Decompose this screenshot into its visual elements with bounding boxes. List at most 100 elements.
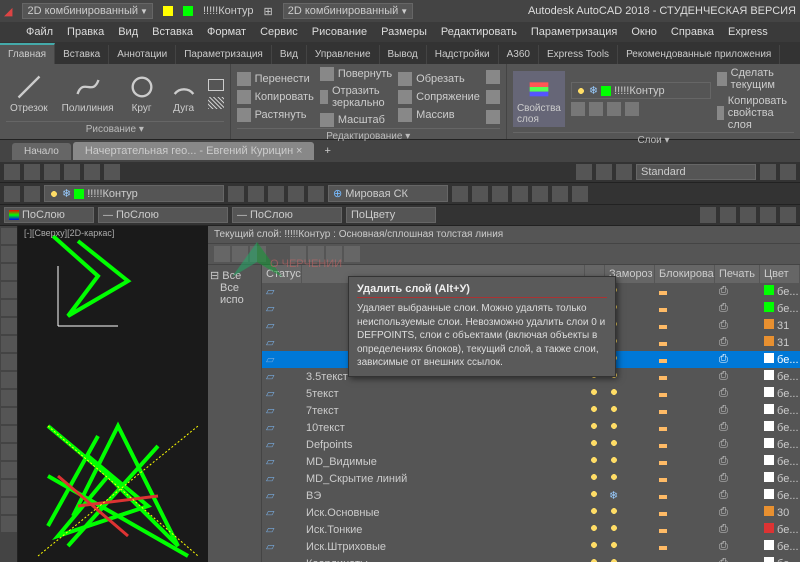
- tool-icon[interactable]: [308, 186, 324, 202]
- tab-home[interactable]: Главная: [0, 43, 55, 64]
- layer-row[interactable]: ▱ MD_Скрытие линий ⎙ бе...: [262, 470, 800, 487]
- polyline-button[interactable]: Полилиния: [58, 71, 118, 116]
- layer-row[interactable]: ▱ 10текст ⎙ бе...: [262, 419, 800, 436]
- tool-icon[interactable]: [576, 164, 592, 180]
- array-button[interactable]: Массив: [398, 107, 480, 123]
- explode-icon[interactable]: [486, 90, 500, 104]
- layer-state-icon[interactable]: [344, 246, 360, 262]
- layer-row[interactable]: ▱ Иск.Штриховые ⎙ бе...: [262, 538, 800, 555]
- fillet-button[interactable]: Сопряжение: [398, 89, 480, 105]
- layer-combo[interactable]: ❄!!!!!Контур: [571, 82, 711, 99]
- tab-addins[interactable]: Надстройки: [427, 45, 499, 64]
- layer-row[interactable]: ▱ MD_Видимые ⎙ бе...: [262, 453, 800, 470]
- tool-icon[interactable]: [1, 264, 17, 280]
- menu-item[interactable]: Правка: [67, 26, 104, 38]
- tool-icon[interactable]: [1, 318, 17, 334]
- menu-item[interactable]: Справка: [671, 26, 714, 38]
- layer-state-icon[interactable]: [290, 246, 306, 262]
- layer-row[interactable]: ▱ 5текст ⎙ бе...: [262, 385, 800, 402]
- tool-icon[interactable]: [1, 444, 17, 460]
- menu-item[interactable]: Сервис: [260, 26, 298, 38]
- tool-icon[interactable]: [288, 186, 304, 202]
- offset-icon[interactable]: [486, 110, 500, 124]
- tool-icon[interactable]: [596, 164, 612, 180]
- menu-item[interactable]: Окно: [631, 26, 657, 38]
- match-layer-button[interactable]: Копировать свойства слоя: [717, 94, 794, 132]
- color-combo[interactable]: ПоСлою: [4, 207, 94, 223]
- hatch-icon[interactable]: [208, 97, 224, 109]
- tab-featured[interactable]: Рекомендованные приложения: [618, 45, 780, 64]
- redo-icon[interactable]: [104, 164, 120, 180]
- plotstyle-combo[interactable]: ПоЦвету: [346, 207, 436, 223]
- tool-icon[interactable]: [228, 186, 244, 202]
- tool-icon[interactable]: [1, 408, 17, 424]
- menu-item[interactable]: Express: [728, 26, 768, 38]
- menu-item[interactable]: Вид: [118, 26, 138, 38]
- layer-row[interactable]: ▱ Иск.Тонкие ⎙ бе...: [262, 521, 800, 538]
- layer-tool-icon[interactable]: [607, 102, 621, 116]
- start-tab[interactable]: Начало: [12, 143, 71, 160]
- tool-icon[interactable]: [1, 426, 17, 442]
- tab-insert[interactable]: Вставка: [55, 45, 109, 64]
- layer-state-icon[interactable]: [326, 246, 342, 262]
- undo-icon[interactable]: [84, 164, 100, 180]
- tab-output[interactable]: Вывод: [380, 45, 427, 64]
- open-icon[interactable]: [24, 164, 40, 180]
- menu-item[interactable]: Размеры: [381, 26, 427, 38]
- layer-row[interactable]: ▱ Координаты ⎙ бе...: [262, 555, 800, 562]
- layer-tool-icon[interactable]: [571, 102, 585, 116]
- workspace-combo-1[interactable]: 2D комбинированный▼: [22, 3, 152, 19]
- layer-row[interactable]: ▱ Иск.Основные ⎙ 30: [262, 504, 800, 521]
- layer-row[interactable]: ▱ ВЭ ❄ ⎙ бе...: [262, 487, 800, 504]
- menu-item[interactable]: Параметризация: [531, 26, 617, 38]
- menu-item[interactable]: Вставка: [152, 26, 193, 38]
- tool-icon[interactable]: [780, 207, 796, 223]
- rectangle-icon[interactable]: [208, 79, 224, 91]
- tool-icon[interactable]: [24, 186, 40, 202]
- tool-icon[interactable]: [616, 164, 632, 180]
- locate-icon[interactable]: ⊞: [264, 5, 273, 18]
- tab-view[interactable]: Вид: [272, 45, 307, 64]
- tool-icon[interactable]: [780, 164, 796, 180]
- erase-icon[interactable]: [486, 70, 500, 84]
- circle-button[interactable]: Круг: [124, 71, 160, 116]
- menu-item[interactable]: Файл: [26, 26, 53, 38]
- copy-button[interactable]: Копировать: [237, 89, 314, 105]
- rotate-button[interactable]: Повернуть: [320, 66, 392, 82]
- layer-state-icon[interactable]: [308, 246, 324, 262]
- tool-icon[interactable]: [1, 372, 17, 388]
- menu-item[interactable]: Редактировать: [441, 26, 517, 38]
- menu-item[interactable]: Формат: [207, 26, 246, 38]
- tool-icon[interactable]: [532, 186, 548, 202]
- make-current-button[interactable]: Сделать текущим: [717, 66, 794, 92]
- tool-icon[interactable]: [1, 228, 17, 244]
- close-icon[interactable]: ×: [296, 145, 302, 157]
- tab-manage[interactable]: Управление: [307, 45, 380, 64]
- model-viewport[interactable]: [-][Сверху][2D-каркас]: [18, 226, 208, 562]
- tool-icon[interactable]: [1, 390, 17, 406]
- tool-icon[interactable]: [248, 186, 264, 202]
- layer-row[interactable]: ▱ Defpoints ⎙ бе...: [262, 436, 800, 453]
- drawing-tab[interactable]: Начертательная гео... - Евгений Курицин …: [73, 142, 315, 160]
- layer-tool-icon[interactable]: [625, 102, 639, 116]
- delete-layer-icon[interactable]: [250, 246, 266, 262]
- tool-icon[interactable]: [512, 186, 528, 202]
- move-button[interactable]: Перенести: [237, 71, 314, 87]
- tool-icon[interactable]: [572, 186, 588, 202]
- layer-properties-button[interactable]: Свойства слоя: [513, 71, 565, 127]
- workspace-combo-2[interactable]: 2D комбинированный▼: [283, 3, 413, 19]
- layer-dropdown[interactable]: ❄!!!!!Контур: [44, 185, 224, 202]
- line-button[interactable]: Отрезок: [6, 71, 52, 116]
- tool-icon[interactable]: [1, 354, 17, 370]
- tool-icon[interactable]: [760, 164, 776, 180]
- tool-icon[interactable]: [1, 336, 17, 352]
- tool-icon[interactable]: [492, 186, 508, 202]
- tab-express[interactable]: Express Tools: [539, 45, 618, 64]
- new-layer-vp-icon[interactable]: [232, 246, 248, 262]
- arc-button[interactable]: Дуга: [166, 71, 202, 116]
- linetype-combo[interactable]: — ПоСлою: [98, 207, 228, 223]
- tool-icon[interactable]: [552, 186, 568, 202]
- tool-icon[interactable]: [1, 480, 17, 496]
- tool-icon[interactable]: [1, 498, 17, 514]
- zoom-icon[interactable]: [740, 207, 756, 223]
